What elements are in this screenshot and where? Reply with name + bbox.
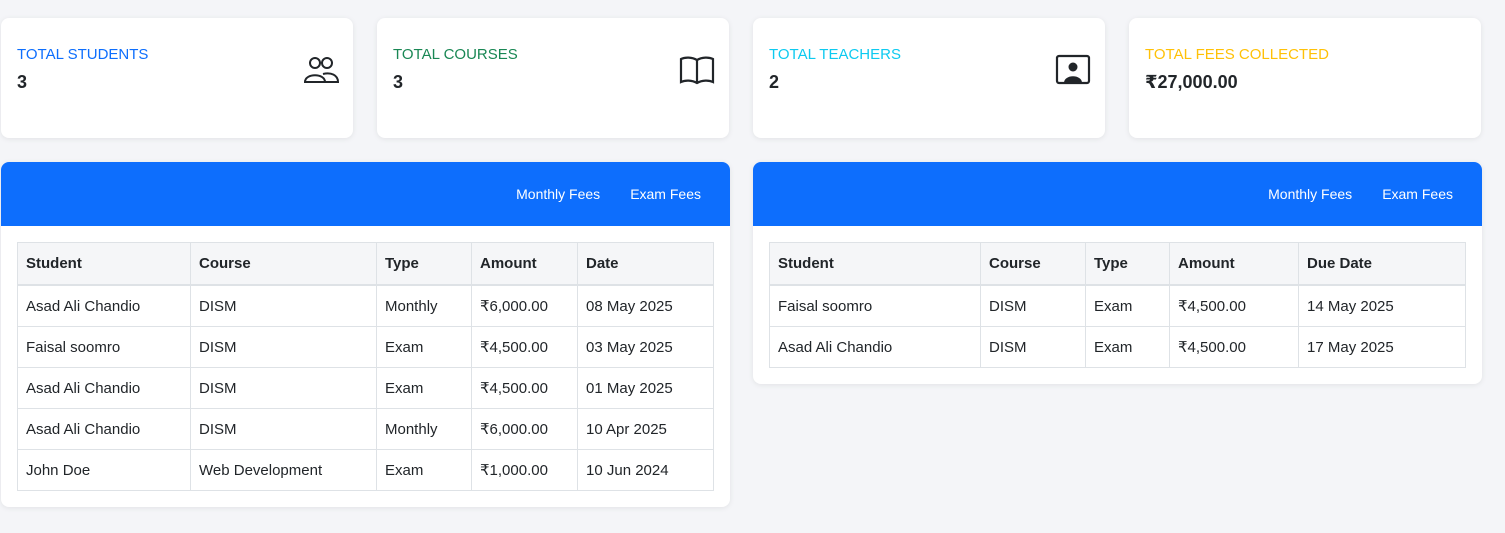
stat-value: 3 xyxy=(393,72,404,92)
stat-value: ₹27,000.00 xyxy=(1145,72,1238,92)
column-header: Date xyxy=(577,242,714,286)
amount-cell: ₹4,500.00 xyxy=(471,326,578,368)
table-row: John Doe Web Development Exam ₹1,000.00 … xyxy=(17,449,714,491)
type-cell: Monthly xyxy=(376,408,472,450)
course-cell: DISM xyxy=(190,408,377,450)
stat-card-teachers: TOTAL TEACHERS 2 xyxy=(753,18,1105,138)
column-header: Course xyxy=(190,242,377,286)
column-header: Amount xyxy=(1169,242,1299,286)
stat-label: TOTAL FEES COLLECTED xyxy=(1145,46,1329,63)
type-cell: Exam xyxy=(376,449,472,491)
student-cell: Faisal soomro xyxy=(17,326,191,368)
due-date-cell: 14 May 2025 xyxy=(1298,284,1466,327)
stat-label: TOTAL TEACHERS xyxy=(769,46,901,63)
tab-monthly-fees[interactable]: Monthly Fees xyxy=(501,186,615,202)
tab-monthly-fees[interactable]: Monthly Fees xyxy=(1253,186,1367,202)
student-cell: Asad Ali Chandio xyxy=(17,408,191,450)
table-row: Asad Ali Chandio DISM Monthly ₹6,000.00 … xyxy=(17,284,714,327)
stat-value: 2 xyxy=(769,72,780,92)
stat-card-courses: TOTAL COURSES 3 xyxy=(377,18,729,138)
tab-exam-fees[interactable]: Exam Fees xyxy=(1367,186,1468,202)
due-fees-table: Student Course Type Amount Due Date Fais… xyxy=(769,242,1466,368)
panel-header: Monthly Fees Exam Fees xyxy=(1,162,730,226)
table-header-row: Student Course Type Amount Date xyxy=(17,242,714,286)
amount-cell: ₹4,500.00 xyxy=(1169,326,1299,368)
date-cell: 10 Jun 2024 xyxy=(577,449,714,491)
tab-exam-fees[interactable]: Exam Fees xyxy=(615,186,716,202)
amount-cell: ₹1,000.00 xyxy=(471,449,578,491)
table-row: Faisal soomro DISM Exam ₹4,500.00 14 May… xyxy=(769,284,1466,327)
teacher-icon xyxy=(1055,54,1091,85)
panel-header: Monthly Fees Exam Fees xyxy=(753,162,1482,226)
student-cell: Faisal soomro xyxy=(769,284,981,327)
stat-card-fees: TOTAL FEES COLLECTED ₹27,000.00 xyxy=(1129,18,1481,138)
column-header: Course xyxy=(980,242,1086,286)
stat-label: TOTAL STUDENTS xyxy=(17,46,149,63)
book-icon xyxy=(679,56,715,85)
table-row: Asad Ali Chandio DISM Exam ₹4,500.00 17 … xyxy=(769,326,1466,368)
column-header: Due Date xyxy=(1298,242,1466,286)
course-cell: DISM xyxy=(190,367,377,409)
table-header-row: Student Course Type Amount Due Date xyxy=(769,242,1466,286)
column-header: Type xyxy=(376,242,472,286)
type-cell: Exam xyxy=(376,367,472,409)
student-cell: Asad Ali Chandio xyxy=(17,284,191,327)
student-cell: Asad Ali Chandio xyxy=(769,326,981,368)
due-fees-panel: Monthly Fees Exam Fees Student Course Ty… xyxy=(753,162,1482,384)
course-cell: Web Development xyxy=(190,449,377,491)
amount-cell: ₹6,000.00 xyxy=(471,408,578,450)
column-header: Student xyxy=(769,242,981,286)
course-cell: DISM xyxy=(980,326,1086,368)
amount-cell: ₹4,500.00 xyxy=(471,367,578,409)
due-date-cell: 17 May 2025 xyxy=(1298,326,1466,368)
column-header: Student xyxy=(17,242,191,286)
recent-fees-table: Student Course Type Amount Date Asad Ali… xyxy=(17,242,714,491)
date-cell: 01 May 2025 xyxy=(577,367,714,409)
stat-label: TOTAL COURSES xyxy=(393,46,518,63)
amount-cell: ₹4,500.00 xyxy=(1169,284,1299,327)
type-cell: Monthly xyxy=(376,284,472,327)
stat-value: 3 xyxy=(17,72,28,92)
course-cell: DISM xyxy=(190,326,377,368)
table-row: Faisal soomro DISM Exam ₹4,500.00 03 May… xyxy=(17,326,714,368)
date-cell: 10 Apr 2025 xyxy=(577,408,714,450)
course-cell: DISM xyxy=(190,284,377,327)
student-cell: Asad Ali Chandio xyxy=(17,367,191,409)
column-header: Type xyxy=(1085,242,1170,286)
student-cell: John Doe xyxy=(17,449,191,491)
date-cell: 08 May 2025 xyxy=(577,284,714,327)
table-row: Asad Ali Chandio DISM Monthly ₹6,000.00 … xyxy=(17,408,714,450)
recent-fees-panel: Monthly Fees Exam Fees Student Course Ty… xyxy=(1,162,730,507)
course-cell: DISM xyxy=(980,284,1086,327)
date-cell: 03 May 2025 xyxy=(577,326,714,368)
people-icon xyxy=(303,57,339,83)
column-header: Amount xyxy=(471,242,578,286)
type-cell: Exam xyxy=(376,326,472,368)
stat-card-students: TOTAL STUDENTS 3 xyxy=(1,18,353,138)
type-cell: Exam xyxy=(1085,284,1170,327)
table-row: Asad Ali Chandio DISM Exam ₹4,500.00 01 … xyxy=(17,367,714,409)
amount-cell: ₹6,000.00 xyxy=(471,284,578,327)
type-cell: Exam xyxy=(1085,326,1170,368)
